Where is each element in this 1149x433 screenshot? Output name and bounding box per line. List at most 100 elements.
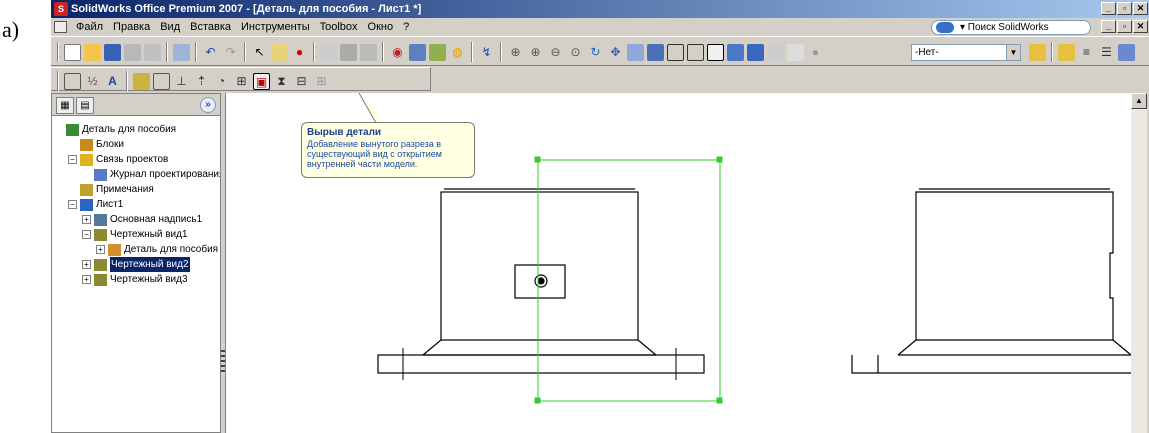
auxiliary-view-icon[interactable] <box>153 72 170 90</box>
line-style-icon[interactable]: ☰ <box>1098 44 1115 61</box>
save-icon[interactable] <box>104 43 121 61</box>
tooltip-body: Добавление вынутого разреза в существующ… <box>307 139 442 169</box>
menu-file[interactable]: Файл <box>71 18 108 36</box>
menu-insert[interactable]: Вставка <box>185 18 236 36</box>
open-folder-icon[interactable] <box>84 43 101 61</box>
view-orientation-icon[interactable] <box>627 43 644 61</box>
break-view-icon[interactable]: ⧗ <box>273 73 290 90</box>
appearance-icon[interactable]: ◉ <box>389 44 406 61</box>
line-color-icon[interactable] <box>1058 43 1075 61</box>
model-view-icon[interactable] <box>64 72 81 90</box>
select-icon[interactable] <box>173 43 190 61</box>
layers-icon[interactable] <box>409 43 426 61</box>
tree-item[interactable]: − Чертежный вид1 <box>54 227 220 242</box>
display-icon[interactable] <box>429 43 446 61</box>
aligned-section-icon[interactable]: ⇡ <box>193 73 210 90</box>
expand-icon[interactable]: + <box>96 245 105 254</box>
zoom-fit-icon[interactable]: ⊕ <box>507 44 524 61</box>
projected-view-icon[interactable] <box>133 72 150 90</box>
doc-restore-button[interactable]: ▫ <box>1117 20 1132 33</box>
realview-icon[interactable]: ● <box>807 44 824 61</box>
close-button[interactable]: ✕ <box>1133 2 1148 15</box>
print-icon[interactable] <box>124 43 141 61</box>
help-icon[interactable]: ◍ <box>449 44 466 61</box>
minimize-button[interactable]: _ <box>1101 2 1116 15</box>
collapse-icon[interactable]: − <box>82 230 91 239</box>
maximize-button[interactable]: ▫ <box>1117 2 1132 15</box>
broken-out-section-icon[interactable]: ▣ <box>253 72 270 90</box>
color-display-icon[interactable] <box>1118 43 1135 61</box>
redo-icon[interactable]: ↷ <box>222 44 239 61</box>
smart-dimension-icon[interactable] <box>271 43 288 61</box>
tree-item[interactable]: − Связь проектов <box>54 152 220 167</box>
vertical-scrollbar[interactable]: ▲ <box>1131 93 1147 433</box>
expand-icon[interactable]: + <box>82 215 91 224</box>
undo-icon[interactable]: ↶ <box>202 44 219 61</box>
expand-icon[interactable]: + <box>82 260 91 269</box>
standard-views-icon[interactable] <box>647 43 664 61</box>
drawing-view-3[interactable] <box>851 188 1132 374</box>
sketch-icon[interactable]: ↯ <box>478 44 495 61</box>
note-icon[interactable] <box>360 43 377 61</box>
doc-close-button[interactable]: ✕ <box>1133 20 1148 33</box>
menu-help[interactable]: ? <box>398 18 414 36</box>
scroll-up-icon[interactable]: ▲ <box>1131 93 1147 109</box>
tree-item[interactable]: Деталь для пособия <box>54 122 220 137</box>
new-file-icon[interactable] <box>64 43 81 61</box>
hidden-lines-visible-icon[interactable] <box>687 43 704 61</box>
print-preview-icon[interactable] <box>144 43 161 61</box>
crop-view-icon[interactable]: ⊞ <box>233 73 250 90</box>
tree-item[interactable]: Примечания <box>54 182 220 197</box>
toolbar-grip-2[interactable] <box>57 71 59 91</box>
tree-item[interactable]: + Чертежный вид2 <box>54 257 220 272</box>
tree-item[interactable]: Журнал проектирования <box>54 167 220 182</box>
zoom-area-icon[interactable]: ⊕ <box>527 44 544 61</box>
toolbar-grip[interactable] <box>57 42 59 62</box>
menu-tools[interactable]: Инструменты <box>236 18 315 36</box>
dimension-icon[interactable]: ½ <box>84 73 101 90</box>
section-view-tool-icon[interactable]: ⊥ <box>173 73 190 90</box>
drawing-view-2[interactable] <box>377 188 705 380</box>
search-input[interactable]: ▾ Поиск SolidWorks <box>931 20 1091 35</box>
pan-icon[interactable]: ✥ <box>607 44 624 61</box>
zoom-in-out-icon[interactable]: ⊖ <box>547 44 564 61</box>
menu-view[interactable]: Вид <box>155 18 185 36</box>
layer-combo[interactable]: -Нет- ▼ <box>911 44 1021 61</box>
tree-item[interactable]: + Чертежный вид3 <box>54 272 220 287</box>
crop-icon[interactable]: ⊟ <box>293 73 310 90</box>
menu-edit[interactable]: Правка <box>108 18 155 36</box>
collapse-icon[interactable]: − <box>68 155 77 164</box>
chevron-down-icon[interactable]: ▼ <box>1006 45 1020 60</box>
view-selection-box[interactable] <box>534 156 723 404</box>
grid-icon[interactable] <box>320 43 337 61</box>
layer-properties-icon[interactable] <box>1029 43 1046 61</box>
wireframe-icon[interactable] <box>667 43 684 61</box>
expand-icon[interactable]: + <box>82 275 91 284</box>
detail-view-icon[interactable]: ◔ <box>213 73 230 90</box>
line-thickness-icon[interactable]: ≡ <box>1078 44 1095 61</box>
menu-window[interactable]: Окно <box>363 18 399 36</box>
hidden-lines-removed-icon[interactable] <box>707 43 724 61</box>
options-icon[interactable] <box>340 43 357 61</box>
document-icon[interactable] <box>54 21 67 33</box>
shaded-icon[interactable] <box>747 43 764 61</box>
shadows-icon[interactable] <box>787 43 804 61</box>
traffic-light-icon[interactable]: ● <box>291 44 308 61</box>
doc-minimize-button[interactable]: _ <box>1101 20 1116 33</box>
annotation-text-icon[interactable]: A <box>104 73 121 90</box>
tree-item[interactable]: + Деталь для пособия <box>54 242 220 257</box>
tree-item[interactable]: + Основная надпись1 <box>54 212 220 227</box>
collapse-icon[interactable]: − <box>68 200 77 209</box>
section-view-icon[interactable] <box>767 43 784 61</box>
tab-feature-tree[interactable]: ▦ <box>56 97 74 114</box>
shaded-edges-icon[interactable] <box>727 43 744 61</box>
pointer-icon[interactable]: ↖ <box>251 44 268 61</box>
alternate-position-icon[interactable]: ⊞ <box>313 73 330 90</box>
tab-property-manager[interactable]: ▤ <box>76 97 94 114</box>
menu-toolbox[interactable]: Toolbox <box>315 18 363 36</box>
tree-item[interactable]: − Лист1 <box>54 197 220 212</box>
rotate-icon[interactable]: ↻ <box>587 44 604 61</box>
zoom-selection-icon[interactable]: ⊙ <box>567 44 584 61</box>
expand-panel-icon[interactable]: » <box>200 97 216 113</box>
tree-item[interactable]: Блоки <box>54 137 220 152</box>
